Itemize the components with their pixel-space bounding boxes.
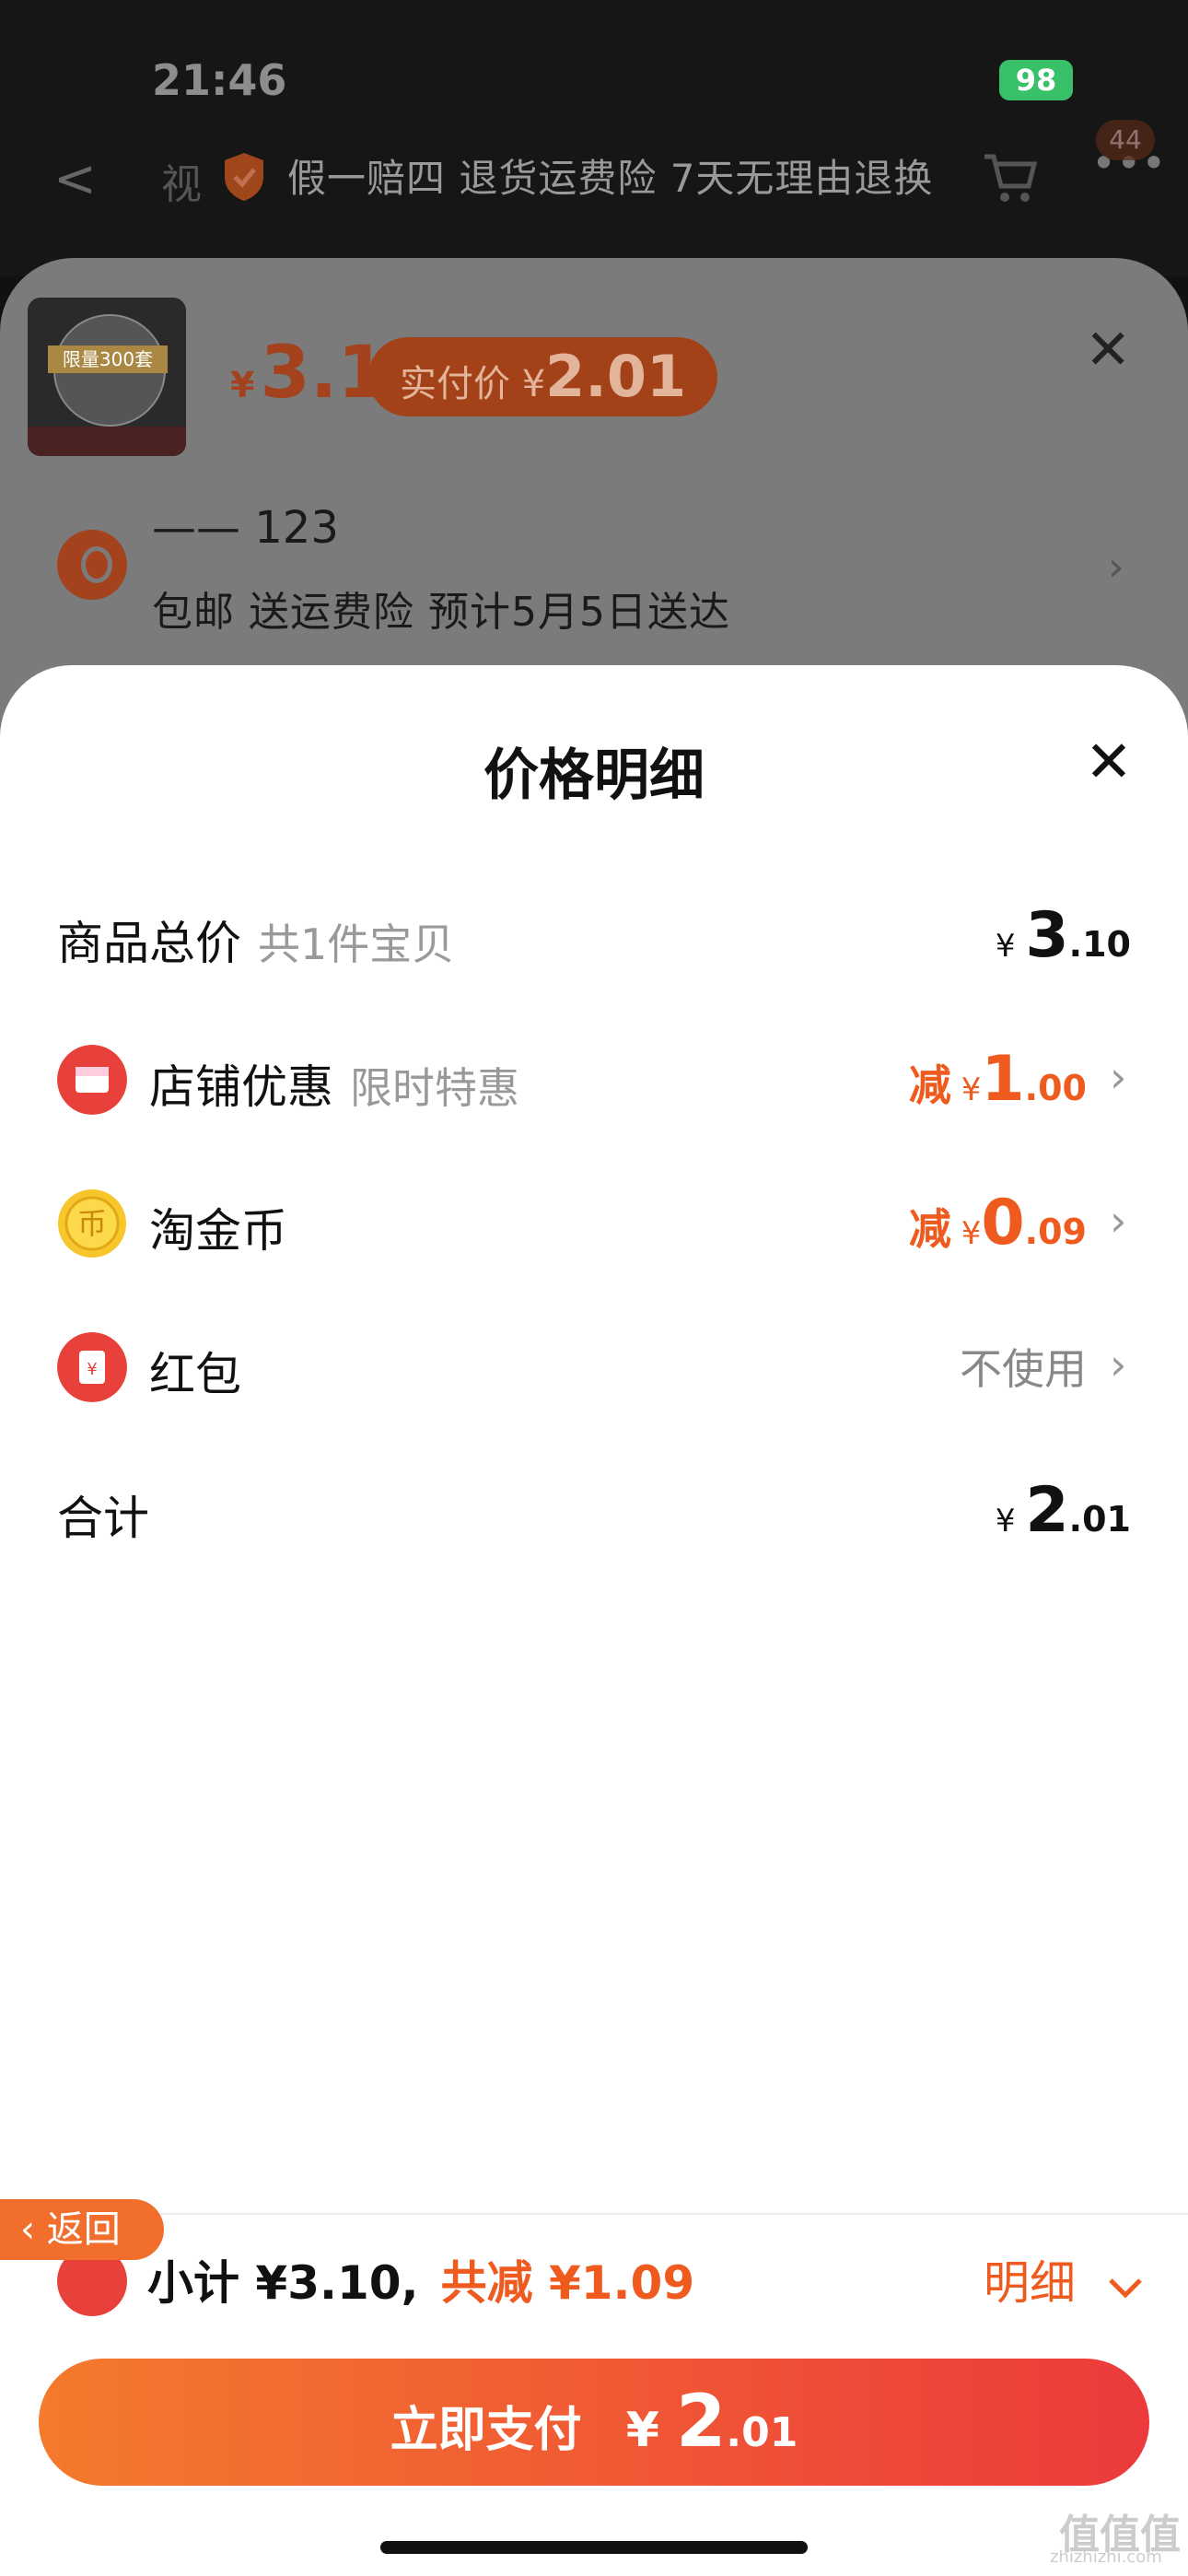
service-promise: 假一赔四 退货运费险 7天无理由退换 bbox=[287, 156, 934, 201]
return-button[interactable]: ‹ 返回 bbox=[0, 2199, 164, 2260]
footer-divider bbox=[0, 2213, 1188, 2215]
row-label: 红包 bbox=[149, 1348, 241, 1401]
cart-icon[interactable] bbox=[981, 149, 1040, 205]
price-yen: ¥ bbox=[230, 365, 255, 405]
pay-dec: .01 bbox=[726, 2409, 798, 2456]
chevron-down-icon bbox=[1109, 2277, 1142, 2299]
value-int: 2 bbox=[1025, 1474, 1069, 1547]
location-icon bbox=[57, 530, 127, 600]
actual-price-value: 2.01 bbox=[545, 343, 687, 410]
price-row-store-discount[interactable]: 店铺优惠 限时特惠 减 ¥1.00 › bbox=[0, 1025, 1188, 1126]
yen-sign: ¥ bbox=[995, 928, 1016, 965]
thumb-tag: 限量300套 bbox=[48, 345, 168, 373]
thumb-strip bbox=[28, 427, 186, 456]
address-chevron-icon[interactable]: › bbox=[1108, 544, 1124, 591]
subtotal-text: 小计 ¥3.10, bbox=[147, 2256, 419, 2310]
video-tab[interactable]: 视 bbox=[161, 151, 202, 210]
yen-sign: ¥ bbox=[961, 1071, 982, 1108]
row-value: 减 ¥0.09 bbox=[909, 1187, 1087, 1259]
row-label: 淘金币 bbox=[149, 1204, 287, 1258]
address-name[interactable]: —— 123 bbox=[152, 502, 339, 554]
delivery-info[interactable]: 包邮 送运费险 预计5月5日送达 bbox=[152, 579, 730, 638]
row-value: 不使用 bbox=[960, 1336, 1087, 1397]
detail-label: 明细 bbox=[984, 2256, 1076, 2310]
unused-text: 不使用 bbox=[960, 1344, 1087, 1394]
chevron-right-icon[interactable]: › bbox=[1110, 1196, 1126, 1246]
product-price: ¥3.1 bbox=[230, 332, 388, 415]
row-value: 减 ¥1.00 bbox=[909, 1043, 1087, 1116]
price-row-coins[interactable]: 币 淘金币 减 ¥0.09 › bbox=[0, 1168, 1188, 1270]
yen-sign: ¥ bbox=[961, 1215, 982, 1252]
actual-price-pill: 实付价 ¥2.01 bbox=[368, 337, 718, 416]
row-label: 商品总价 bbox=[57, 917, 241, 970]
red-packet-icon: ¥ bbox=[57, 1332, 127, 1402]
actual-price-label: 实付价 ¥ bbox=[400, 363, 546, 405]
row-value: ¥ 3.10 bbox=[996, 899, 1131, 972]
product-nav-bar: < 视 假一赔四 退货运费险 7天无理由退换 ••• bbox=[0, 138, 1188, 212]
row-sub: 共1件宝贝 bbox=[258, 919, 455, 969]
reduce-prefix: 减 bbox=[908, 1060, 951, 1110]
row-label: 合计 bbox=[57, 1492, 149, 1545]
sheet-close-icon[interactable]: ✕ bbox=[1085, 318, 1131, 382]
home-indicator[interactable] bbox=[380, 2541, 808, 2554]
panel-title: 价格明细 bbox=[483, 744, 705, 808]
value-dec: .01 bbox=[1068, 1499, 1131, 1540]
back-chevron-icon[interactable]: < bbox=[53, 149, 97, 209]
svg-text:¥: ¥ bbox=[87, 1360, 97, 1379]
detail-toggle[interactable]: 明细 bbox=[984, 2246, 1144, 2313]
value-dec: .09 bbox=[1024, 1212, 1087, 1252]
coin-icon: 币 bbox=[58, 1189, 126, 1258]
chevron-right-icon[interactable]: › bbox=[1110, 1052, 1126, 1102]
discount-text: 共减 ¥1.09 bbox=[440, 2256, 695, 2310]
price-row-grand-total: 合计 ¥ 2.01 bbox=[0, 1456, 1188, 1557]
status-time: 21:46 bbox=[152, 55, 287, 105]
pay-yen: ¥ bbox=[625, 2403, 659, 2458]
value-dec: .00 bbox=[1024, 1068, 1087, 1108]
price-row-total: 商品总价 共1件宝贝 ¥ 3.10 bbox=[0, 881, 1188, 982]
value-int: 1 bbox=[981, 1043, 1025, 1116]
watermark-url: zhizhizhi.com bbox=[1050, 2547, 1162, 2567]
battery-indicator: 98 bbox=[999, 60, 1073, 100]
close-icon[interactable]: ✕ bbox=[1085, 728, 1133, 795]
chevron-right-icon[interactable]: › bbox=[1110, 1340, 1126, 1389]
pay-int: 2 bbox=[676, 2381, 727, 2464]
pay-now-button[interactable]: 立即支付 ¥ 2.01 bbox=[39, 2359, 1149, 2486]
value-dec: .10 bbox=[1068, 924, 1131, 965]
yen-sign: ¥ bbox=[995, 1503, 1016, 1540]
shield-icon bbox=[225, 153, 263, 201]
value-int: 3 bbox=[1025, 899, 1069, 972]
reduce-prefix: 减 bbox=[908, 1204, 951, 1254]
svg-text:币: 币 bbox=[77, 1206, 107, 1241]
subtotal: 小计 ¥3.10, 共减 ¥1.09 bbox=[147, 2246, 694, 2313]
row-value: ¥ 2.01 bbox=[996, 1474, 1131, 1547]
pay-label: 立即支付 bbox=[390, 2403, 582, 2458]
row-label: 店铺优惠 bbox=[149, 1060, 333, 1114]
store-icon bbox=[57, 1045, 127, 1115]
row-sub: 限时特惠 bbox=[350, 1063, 519, 1113]
value-int: 0 bbox=[981, 1187, 1025, 1259]
product-thumbnail: 限量300套 bbox=[28, 298, 186, 456]
price-row-red-packet[interactable]: ¥ 红包 不使用 › bbox=[0, 1312, 1188, 1413]
return-label: 返回 bbox=[46, 2208, 121, 2251]
cart-badge: 44 bbox=[1096, 120, 1155, 160]
